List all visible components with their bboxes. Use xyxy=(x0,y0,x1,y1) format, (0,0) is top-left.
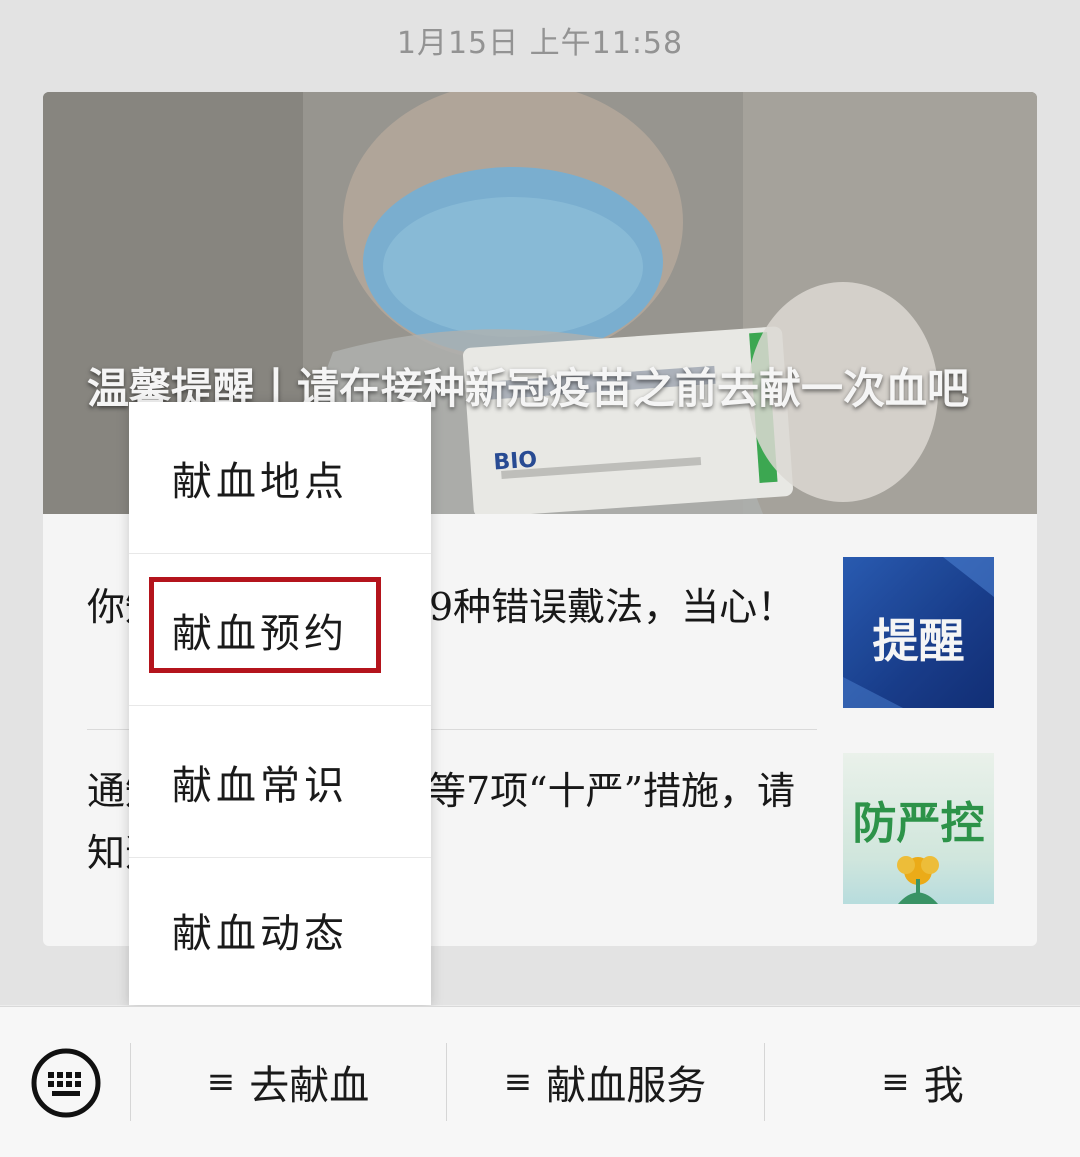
menu-hamburger-icon: ≡ xyxy=(206,1062,236,1102)
menu-hamburger-icon: ≡ xyxy=(503,1062,533,1102)
menu-label: 去献血 xyxy=(249,1063,370,1109)
menu-me[interactable]: ≡ 我 xyxy=(765,1043,1080,1121)
menu-label: 我 xyxy=(923,1063,964,1109)
menu-item-label: 献血动态 xyxy=(172,910,348,957)
submenu-popup: 献血地点 献血预约 献血常识 献血动态 xyxy=(129,402,431,1005)
menu-item-donation-knowledge[interactable]: 献血常识 xyxy=(129,706,431,857)
highlight-box xyxy=(149,577,381,673)
menu-item-label: 献血地点 xyxy=(172,458,348,505)
menu-donation-services[interactable]: ≡ 献血服务 xyxy=(447,1043,763,1121)
menu-label: 献血服务 xyxy=(546,1063,707,1109)
menu-item-donation-news[interactable]: 献血动态 xyxy=(129,854,431,1005)
keyboard-toggle-button[interactable] xyxy=(30,1047,102,1119)
menu-go-donate[interactable]: ≡ 去献血 xyxy=(131,1043,445,1121)
bottom-menu-bar: ≡ 去献血 ≡ 献血服务 ≡ 我 xyxy=(0,1006,1080,1157)
menu-hamburger-icon: ≡ xyxy=(881,1062,910,1102)
menu-item-label: 献血常识 xyxy=(172,762,348,809)
keyboard-icon xyxy=(31,1048,101,1118)
menu-item-donation-locations[interactable]: 献血地点 xyxy=(129,402,431,553)
